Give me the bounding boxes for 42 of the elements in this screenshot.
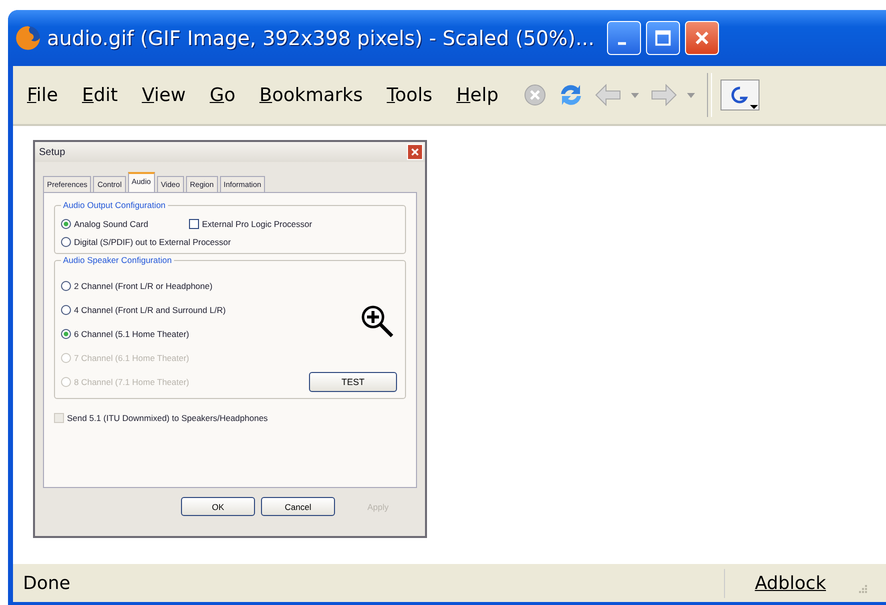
menu-item[interactable]: Go	[210, 84, 236, 106]
close-icon	[410, 147, 420, 157]
menu-item[interactable]: Tools	[386, 84, 432, 106]
radio-button[interactable]	[61, 305, 71, 315]
close-button[interactable]	[407, 144, 423, 160]
status-panel-link[interactable]: Adblock	[724, 568, 844, 598]
option-label: Analog Sound Card	[74, 219, 148, 229]
menu-item[interactable]: View	[142, 84, 186, 106]
checkbox[interactable]	[189, 219, 199, 229]
radio-button[interactable]	[61, 237, 71, 247]
group-title: Audio Output Configuration	[61, 200, 168, 210]
close-button[interactable]	[684, 21, 719, 55]
menu-item[interactable]: Help	[456, 84, 499, 106]
dialog-button[interactable]: OK	[181, 497, 255, 516]
toolbar-search-icon[interactable]	[720, 79, 760, 111]
radio-button[interactable]	[61, 219, 71, 229]
dialog-button[interactable]: Cancel	[261, 497, 335, 516]
window-title: audio.gif (GIF Image, 392x398 pixels) - Scaled (50%)...	[47, 26, 595, 50]
option-label: 4 Channel (Front L/R and Surround L/R)	[74, 305, 226, 315]
status-text: Done	[23, 572, 72, 594]
option-label: 8 Channel (7.1 Home Theater)	[74, 377, 190, 387]
option-label: 2 Channel (Front L/R or Headphone)	[74, 281, 212, 291]
option-label: External Pro Logic Processor	[202, 219, 312, 229]
minimize-icon	[618, 42, 626, 44]
maximize-icon	[654, 30, 671, 46]
menu-item[interactable]: File	[27, 84, 58, 106]
globe-logo-icon	[15, 25, 41, 51]
option-label: Digital (S/PDIF) out to External Processor	[74, 237, 231, 247]
maximize-button[interactable]	[646, 21, 680, 55]
zoom-in-cursor-icon	[360, 304, 394, 338]
group-title: Audio Speaker Configuration	[61, 255, 174, 265]
radio-button[interactable]	[61, 281, 71, 291]
menu-item[interactable]: Edit	[82, 84, 118, 106]
test-button[interactable]: TEST	[309, 372, 397, 392]
option-label: 7 Channel (6.1 Home Theater)	[74, 353, 190, 363]
menu-item[interactable]: Bookmarks	[259, 84, 363, 106]
option-label: Send 5.1 (ITU Downmixed) to Speakers/Headphones	[67, 413, 268, 423]
close-icon	[694, 30, 710, 46]
radio-button[interactable]	[61, 329, 71, 339]
dialog-title: Setup	[39, 146, 66, 158]
minimize-button[interactable]	[606, 21, 641, 55]
option-label: 6 Channel (5.1 Home Theater)	[74, 329, 190, 339]
